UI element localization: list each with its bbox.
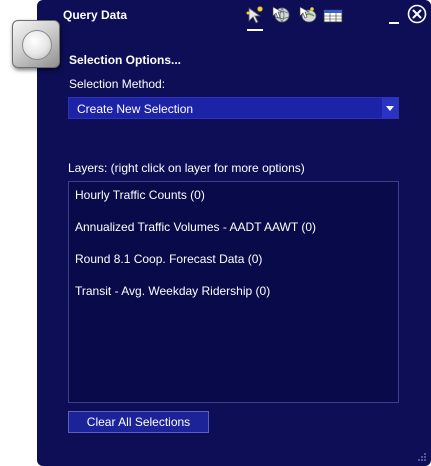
selection-method-label: Selection Method: xyxy=(69,77,166,91)
layers-label: Layers: (right click on layer for more o… xyxy=(68,161,305,175)
query-data-panel: Query Data Selection Options... Selectio… xyxy=(37,0,431,466)
select-by-attribute-icon[interactable] xyxy=(271,4,291,26)
close-icon[interactable] xyxy=(407,4,427,24)
clear-all-selections-button[interactable]: Clear All Selections xyxy=(68,411,209,433)
select-by-shape-icon[interactable] xyxy=(245,4,265,26)
magnifier-lens-icon xyxy=(22,30,52,60)
buffer-select-icon[interactable] xyxy=(297,4,317,26)
chevron-down-icon xyxy=(386,106,394,111)
resize-grip-icon[interactable] xyxy=(417,452,427,462)
layers-list[interactable]: Hourly Traffic Counts (0) Annualized Tra… xyxy=(68,181,399,403)
layer-item[interactable]: Round 8.1 Coop. Forecast Data (0) xyxy=(75,252,262,266)
toolbar xyxy=(245,4,343,30)
title-bar[interactable]: Query Data xyxy=(37,0,431,34)
table-icon[interactable] xyxy=(323,4,343,26)
dropdown-arrow[interactable] xyxy=(382,98,398,118)
query-app-icon xyxy=(12,20,60,68)
layer-item[interactable]: Annualized Traffic Volumes - AADT AAWT (… xyxy=(75,220,316,234)
active-tool-indicator xyxy=(247,29,263,31)
selection-method-value: Create New Selection xyxy=(77,102,194,116)
selection-options-heading: Selection Options... xyxy=(69,53,182,67)
layer-item[interactable]: Transit - Avg. Weekday Ridership (0) xyxy=(75,284,270,298)
layer-item[interactable]: Hourly Traffic Counts (0) xyxy=(75,188,205,202)
minimize-icon[interactable] xyxy=(387,8,401,26)
selection-method-dropdown[interactable]: Create New Selection xyxy=(68,97,399,119)
window-title: Query Data xyxy=(63,8,128,22)
